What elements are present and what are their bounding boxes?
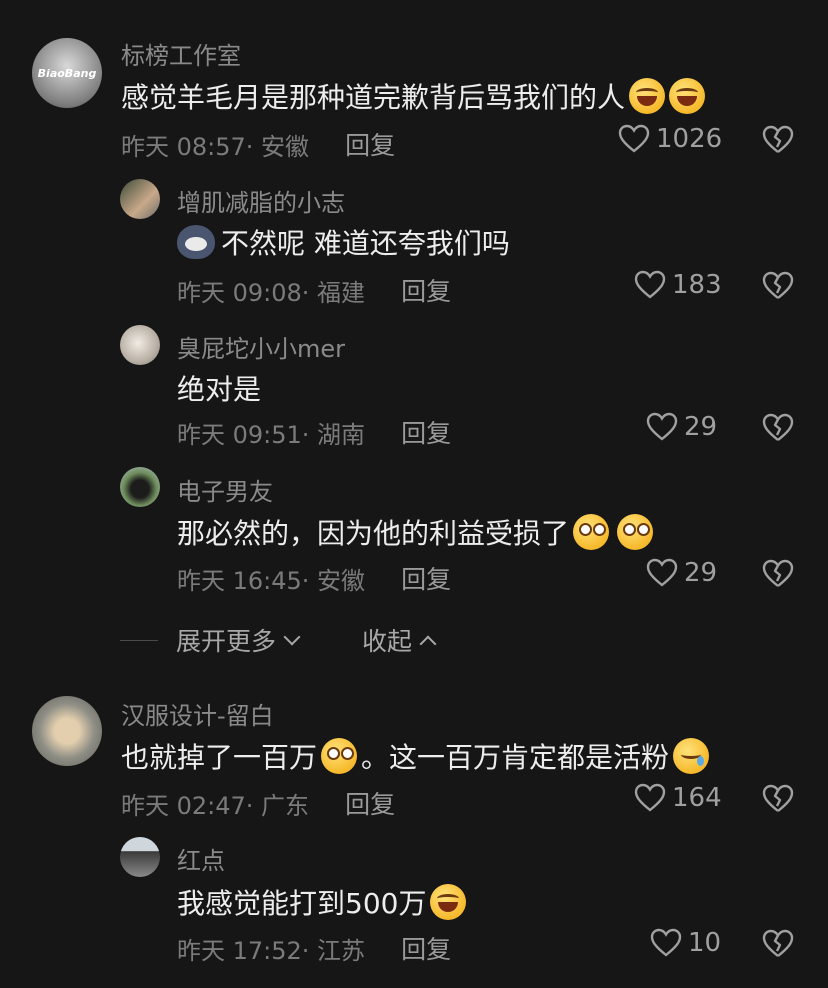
comment-text-content: 感觉羊毛月是那种道完歉背后骂我们的人 <box>121 81 626 114</box>
like-count: 1026 <box>656 124 723 154</box>
expand-more-label: 展开更多 <box>176 627 277 656</box>
broken-heart-icon <box>762 784 794 812</box>
comment-meta: 昨天 09:08 · 福建 回复 <box>177 272 451 308</box>
broken-heart-icon <box>762 271 794 299</box>
location: · 湖南 <box>301 420 366 449</box>
dislike-button[interactable] <box>762 413 794 447</box>
reply-button[interactable]: 回复 <box>401 414 451 450</box>
like-count: 10 <box>688 928 722 958</box>
chevron-down-icon <box>283 628 301 646</box>
comment-meta: 昨天 17:52 · 江苏 回复 <box>177 930 451 966</box>
like-count: 29 <box>684 412 718 442</box>
comment-meta: 昨天 02:47 · 广东 回复 <box>121 785 395 821</box>
broken-heart-icon <box>762 413 794 441</box>
cat-emoji-icon <box>177 225 215 259</box>
avatar[interactable] <box>120 325 160 365</box>
dizzy-eyes-emoji-icon <box>617 514 654 550</box>
laughing-emoji-icon <box>669 78 706 114</box>
comment-text: 不然呢 难道还夸我们吗 <box>177 222 510 262</box>
avatar[interactable] <box>120 467 160 507</box>
avatar-brand-text: BiaoBang <box>37 66 97 80</box>
timestamp: 昨天 08:57 <box>121 132 246 161</box>
teary-emoji-icon <box>673 738 710 774</box>
rolling-eyes-emoji-icon <box>321 738 358 774</box>
laughing-emoji-icon <box>430 884 467 920</box>
username[interactable]: 红点 <box>177 841 225 876</box>
collapse-label: 收起 <box>362 627 413 656</box>
avatar[interactable]: BiaoBang <box>32 38 102 108</box>
username[interactable]: 增肌减脂的小志 <box>177 183 345 218</box>
reply-button[interactable]: 回复 <box>345 785 395 821</box>
reply-button[interactable]: 回复 <box>345 126 395 162</box>
laughing-emoji-icon <box>629 78 666 114</box>
timestamp: 昨天 09:51 <box>177 420 302 449</box>
heart-icon <box>618 124 650 153</box>
like-button[interactable]: 1026 <box>618 124 722 154</box>
comment-meta: 昨天 16:45 · 安徽 回复 <box>177 560 451 596</box>
heart-icon <box>634 270 666 299</box>
timestamp: 昨天 02:47 <box>121 791 246 820</box>
username[interactable]: 臭屁坨小小mer <box>177 329 345 364</box>
comment-text: 也就掉了一百万 。这一百万肯定都是活粉 <box>121 736 710 776</box>
like-button[interactable]: 29 <box>646 412 717 442</box>
like-button[interactable]: 29 <box>646 558 717 588</box>
broken-heart-icon <box>762 125 794 153</box>
avatar[interactable] <box>32 696 102 766</box>
timestamp: 昨天 09:08 <box>177 278 302 307</box>
dislike-button[interactable] <box>762 271 794 305</box>
location: · 安徽 <box>245 132 310 161</box>
heart-icon <box>634 783 666 812</box>
broken-heart-icon <box>762 559 794 587</box>
avatar[interactable] <box>120 179 160 219</box>
chevron-up-icon <box>419 635 437 653</box>
like-button[interactable]: 10 <box>650 928 721 958</box>
comment-meta: 昨天 09:51 · 湖南 回复 <box>177 414 451 450</box>
like-count: 164 <box>672 783 722 813</box>
like-count: 29 <box>684 558 718 588</box>
comment-text-content: 不然呢 难道还夸我们吗 <box>221 227 510 260</box>
reply-button[interactable]: 回复 <box>401 930 451 966</box>
location: · 安徽 <box>301 566 366 595</box>
comment-text: 感觉羊毛月是那种道完歉背后骂我们的人 <box>121 76 706 116</box>
comment-text-content: 也就掉了一百万 <box>121 741 318 774</box>
comment-text-content: 绝对是 <box>177 373 262 406</box>
comment-text-content: 。这一百万肯定都是活粉 <box>361 741 670 774</box>
collapse-button[interactable]: 收起 <box>362 622 437 658</box>
dizzy-eyes-emoji-icon <box>573 514 610 550</box>
like-button[interactable]: 164 <box>634 783 722 813</box>
broken-heart-icon <box>762 929 794 957</box>
username[interactable]: 电子男友 <box>177 472 273 507</box>
timestamp: 昨天 16:45 <box>177 566 302 595</box>
avatar[interactable] <box>120 837 160 877</box>
comment-text: 我感觉能打到500万 <box>177 882 467 922</box>
comment-text: 绝对是 <box>177 368 261 408</box>
dislike-button[interactable] <box>762 559 794 593</box>
heart-icon <box>650 928 682 957</box>
username[interactable]: 汉服设计-留白 <box>121 696 274 731</box>
heart-icon <box>646 558 678 587</box>
expand-more-button[interactable]: 展开更多 <box>176 622 301 658</box>
reply-button[interactable]: 回复 <box>401 560 451 596</box>
heart-icon <box>646 412 678 441</box>
divider-line <box>120 639 158 641</box>
location: · 江苏 <box>301 936 366 965</box>
comment-text: 那必然的，因为他的利益受损了 <box>177 512 654 552</box>
thread-expand-row: 展开更多 收起 <box>120 622 437 658</box>
location: · 广东 <box>245 791 310 820</box>
username[interactable]: 标榜工作室 <box>121 36 241 71</box>
dislike-button[interactable] <box>762 125 794 159</box>
location: · 福建 <box>301 278 366 307</box>
comment-meta: 昨天 08:57 · 安徽 回复 <box>121 126 395 162</box>
comment-text-content: 我感觉能打到500万 <box>177 887 427 920</box>
like-button[interactable]: 183 <box>634 270 722 300</box>
like-count: 183 <box>672 270 722 300</box>
timestamp: 昨天 17:52 <box>177 936 302 965</box>
comment-text-content: 那必然的，因为他的利益受损了 <box>177 517 570 550</box>
dislike-button[interactable] <box>762 784 794 818</box>
reply-button[interactable]: 回复 <box>401 272 451 308</box>
dislike-button[interactable] <box>762 929 794 963</box>
